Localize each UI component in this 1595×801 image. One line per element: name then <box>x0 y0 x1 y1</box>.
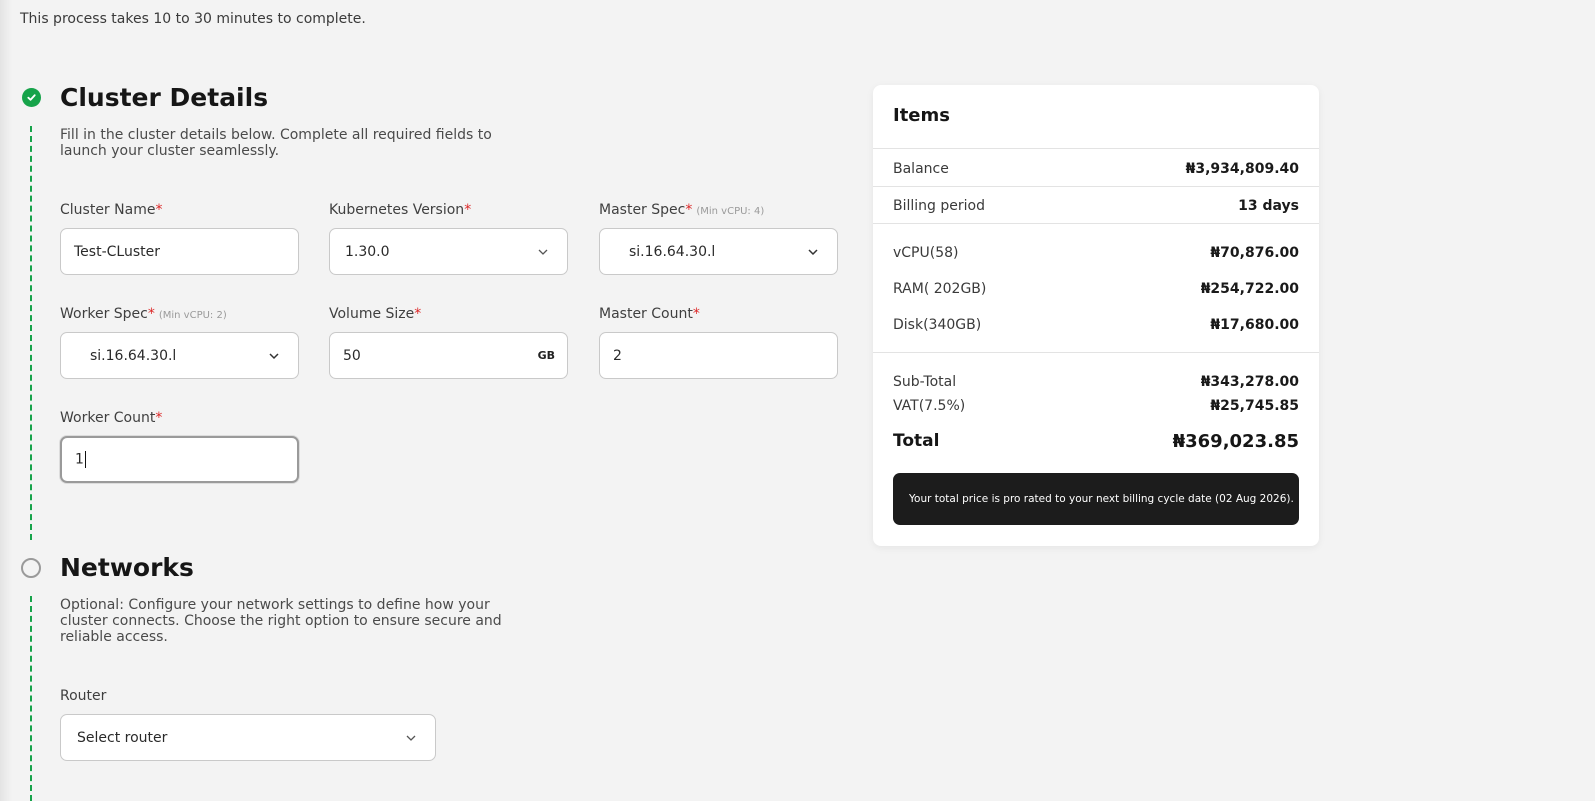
total-row: Total ₦369,023.85 <box>893 430 1299 452</box>
master-spec-select[interactable]: si.16.64.30.l <box>599 228 838 275</box>
chevron-down-icon <box>269 353 279 360</box>
line-item-vcpu: vCPU(58) ₦70,876.00 <box>893 245 1299 261</box>
vat-row: VAT(7.5%) ₦25,745.85 <box>893 398 1299 414</box>
line-item-ram: RAM( 202GB) ₦254,722.00 <box>893 281 1299 297</box>
chevron-down-icon <box>538 249 548 255</box>
prorate-notice: Your total price is pro rated to your ne… <box>893 473 1299 525</box>
section-description-cluster-details: Fill in the cluster details below. Compl… <box>60 127 492 159</box>
kubernetes-version-label: Kubernetes Version* <box>329 202 472 218</box>
volume-size-label: Volume Size* <box>329 306 422 322</box>
worker-count-input[interactable]: 1 <box>60 436 299 483</box>
step-pending-icon <box>21 558 41 578</box>
worker-spec-label: Worker Spec* (Min vCPU: 2) <box>60 306 227 322</box>
kubernetes-version-select[interactable]: 1.30.0 <box>329 228 568 275</box>
left-edge-shadow <box>0 0 12 801</box>
master-count-label: Master Count* <box>599 306 700 322</box>
subtotal-row: Sub-Total ₦343,278.00 <box>893 374 1299 390</box>
section-description-networks: Optional: Configure your network setting… <box>60 597 502 645</box>
section-title-networks: Networks <box>60 553 194 582</box>
text-caret <box>84 451 86 468</box>
balance-row: Balance ₦3,934,809.40 <box>893 161 1299 177</box>
billing-period-row: Billing period 13 days <box>893 198 1299 214</box>
divider <box>873 186 1319 187</box>
cluster-name-label: Cluster Name* <box>60 202 163 218</box>
cluster-name-input[interactable]: Test-CLuster <box>60 228 299 275</box>
line-item-disk: Disk(340GB) ₦17,680.00 <box>893 317 1299 333</box>
master-count-input[interactable]: 2 <box>599 332 838 379</box>
router-select[interactable]: Select router <box>60 714 436 761</box>
worker-count-label: Worker Count* <box>60 410 163 426</box>
section-title-cluster-details: Cluster Details <box>60 83 269 112</box>
divider <box>873 352 1319 353</box>
summary-title: Items <box>893 105 950 126</box>
step-connector <box>30 126 32 540</box>
order-summary-card: Items Balance ₦3,934,809.40 Billing peri… <box>873 85 1319 546</box>
master-spec-label: Master Spec* (Min vCPU: 4) <box>599 202 765 218</box>
step-connector <box>30 596 32 801</box>
router-label: Router <box>60 688 107 704</box>
chevron-down-icon <box>406 735 416 741</box>
worker-spec-select[interactable]: si.16.64.30.l <box>60 332 299 379</box>
divider <box>873 148 1319 149</box>
volume-size-input[interactable]: 50 GB <box>329 332 568 379</box>
divider <box>873 223 1319 224</box>
volume-unit: GB <box>537 349 555 362</box>
check-icon <box>22 88 41 107</box>
chevron-down-icon <box>808 249 818 256</box>
intro-text: This process takes 10 to 30 minutes to c… <box>20 11 366 27</box>
